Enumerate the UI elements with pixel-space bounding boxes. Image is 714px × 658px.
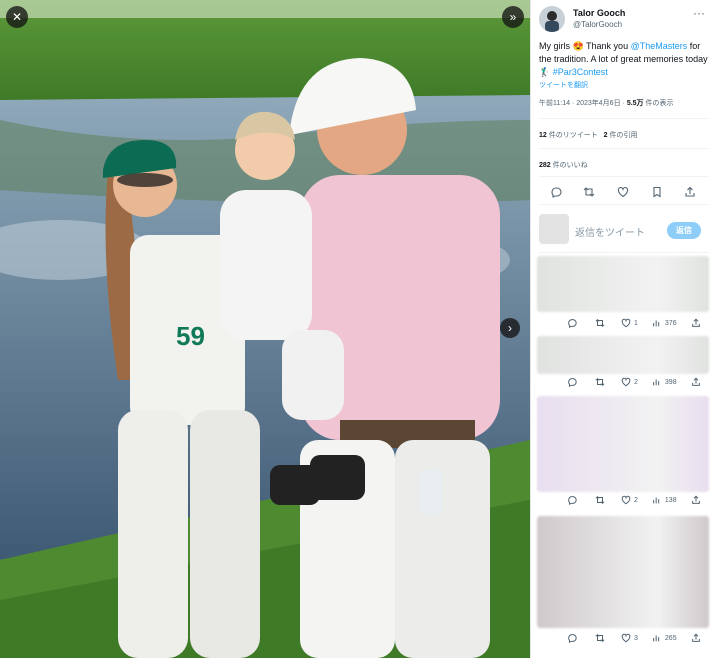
- retweets-label: 件のリツイート: [546, 132, 598, 139]
- stats-row: 12 件のリツイート 2 件の引用: [539, 130, 637, 140]
- close-icon: ✕: [11, 10, 23, 24]
- retweet-icon[interactable]: [582, 185, 596, 199]
- reply-actions: 3 265: [537, 633, 709, 643]
- reply-icon[interactable]: [567, 377, 577, 387]
- tweet-actions: [539, 184, 707, 200]
- reply-input[interactable]: 返信をツイート: [575, 224, 645, 239]
- more-icon[interactable]: ···: [693, 6, 705, 20]
- likes-stat[interactable]: 282 件のいいね: [539, 160, 588, 170]
- caddie-number: 59: [176, 321, 205, 351]
- reply-view-count: 376: [664, 319, 677, 327]
- likes-count: 282: [539, 162, 551, 169]
- share-icon[interactable]: [683, 185, 697, 199]
- tweet-text: My girls 😍 Thank you @TheMasters for the…: [539, 40, 709, 79]
- like-icon[interactable]: [621, 633, 631, 643]
- translate-link[interactable]: ツイートを翻訳: [539, 80, 588, 90]
- retweet-icon[interactable]: [595, 633, 605, 643]
- retweet-icon[interactable]: [595, 495, 605, 505]
- like-icon[interactable]: [621, 318, 631, 328]
- author-name[interactable]: Talor Gooch: [573, 8, 625, 18]
- retweet-icon[interactable]: [595, 318, 605, 328]
- reply-icon[interactable]: [567, 633, 577, 643]
- tweet-meta: 午前11:14 · 2023年4月6日 · 5.5万 件の表示: [539, 98, 674, 108]
- reply-like-count: 2: [634, 496, 638, 504]
- views-icon[interactable]: [652, 377, 662, 387]
- reply-icon[interactable]: [567, 318, 577, 328]
- share-icon[interactable]: [691, 633, 701, 643]
- reply-actions: 1 376: [537, 318, 709, 328]
- reply-item[interactable]: 3 265: [537, 516, 709, 645]
- share-icon[interactable]: [691, 318, 701, 328]
- reply-view-count: 398: [664, 378, 677, 386]
- reply-icon[interactable]: [567, 495, 577, 505]
- retweets-count: 12: [539, 132, 547, 139]
- reply-composer: 返信をツイート 返信: [539, 212, 709, 248]
- share-icon[interactable]: [691, 495, 701, 505]
- blurred-reply-content: [537, 396, 709, 492]
- mention-link[interactable]: @TheMasters: [631, 41, 688, 51]
- reply-like-count: 3: [634, 634, 638, 642]
- reply-actions: 2 138: [537, 495, 709, 505]
- views-icon[interactable]: [652, 495, 662, 505]
- media-viewer: 59 ✕ » ›: [0, 0, 530, 658]
- author-handle[interactable]: @TalorGooch: [573, 20, 622, 29]
- divider: [539, 148, 709, 149]
- likes-label: 件のいいね: [550, 162, 588, 169]
- tweet-time[interactable]: 午前11:14 · 2023年4月6日 ·: [539, 100, 627, 107]
- hashtag-link[interactable]: #Par3Contest: [553, 67, 608, 77]
- reply-item[interactable]: 2 398: [537, 336, 709, 389]
- views-icon[interactable]: [652, 633, 662, 643]
- divider: [539, 118, 709, 119]
- reply-view-count: 138: [664, 496, 677, 504]
- reply-view-count: 265: [664, 634, 677, 642]
- tweet-sidebar: Talor Gooch @TalorGooch ··· My girls 😍 T…: [530, 0, 714, 658]
- views-label: 件の表示: [643, 100, 674, 107]
- blurred-reply-content: [537, 256, 709, 312]
- divider: [539, 204, 709, 205]
- views-count: 5.5万: [626, 100, 644, 107]
- divider: [539, 252, 709, 253]
- reply-actions: 2 398: [537, 377, 709, 387]
- avatar: [539, 214, 569, 244]
- next-icon: »: [509, 10, 517, 24]
- bookmark-icon[interactable]: [650, 185, 664, 199]
- reply-button[interactable]: 返信: [667, 222, 701, 239]
- quotes-stat[interactable]: 2 件の引用: [604, 132, 638, 139]
- reply-icon[interactable]: [549, 185, 563, 199]
- tweet-header: Talor Gooch @TalorGooch ···: [539, 6, 709, 34]
- retweets-stat[interactable]: 12 件のリツイート: [539, 132, 598, 139]
- blurred-reply-content: [537, 336, 709, 374]
- reply-like-count: 1: [634, 319, 638, 327]
- expand-sidebar-button[interactable]: »: [502, 6, 524, 28]
- reply-item[interactable]: 1 376: [537, 256, 709, 330]
- divider: [539, 176, 709, 177]
- blurred-reply-content: [537, 516, 709, 628]
- avatar[interactable]: [539, 6, 565, 32]
- views-icon[interactable]: [652, 318, 662, 328]
- next-image-button[interactable]: ›: [500, 318, 520, 338]
- quotes-label: 件の引用: [607, 132, 638, 139]
- reply-like-count: 2: [634, 378, 638, 386]
- like-icon[interactable]: [621, 377, 631, 387]
- like-icon[interactable]: [621, 495, 631, 505]
- like-icon[interactable]: [616, 185, 630, 199]
- verified-avatar-icon: [539, 6, 565, 32]
- share-icon[interactable]: [691, 377, 701, 387]
- retweet-icon[interactable]: [595, 377, 605, 387]
- reply-item[interactable]: 2 138: [537, 396, 709, 507]
- close-button[interactable]: ✕: [6, 6, 28, 28]
- tweet-text-part: My girls 😍 Thank you: [539, 41, 631, 51]
- arrow-right-icon: ›: [508, 321, 512, 335]
- photo: 59: [0, 0, 530, 658]
